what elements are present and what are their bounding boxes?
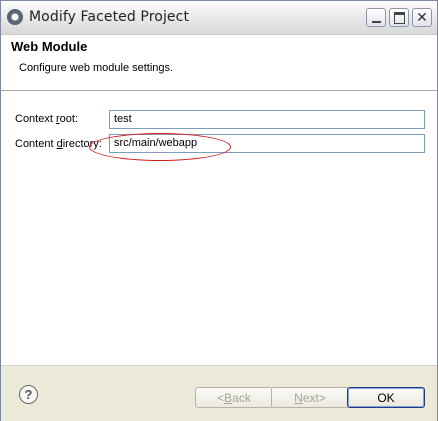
minimize-button[interactable] [366,8,386,27]
help-icon[interactable]: ? [19,385,38,404]
page-title: Web Module [11,39,88,54]
label-part: irectory: [62,138,102,150]
close-button[interactable]: ✕ [412,8,432,27]
label-part: Context [15,113,56,125]
page-header: Web Module Configure web module settings… [1,35,437,91]
next-button[interactable]: Next > [271,387,349,408]
button-bar: ? < Back Next > OK [1,365,437,421]
title-bar[interactable]: Modify Faceted Project ✕ [1,1,437,35]
window-title: Modify Faceted Project [29,9,190,25]
page-description: Configure web module settings. [19,62,174,74]
back-button[interactable]: < Back [195,387,273,408]
content-directory-label: Content directory: [15,138,102,150]
form-area: Context root: test Content directory: sr… [1,91,437,365]
content-directory-input[interactable]: src/main/webapp [109,134,425,153]
button-label-part: > [318,390,326,405]
label-part: Content [15,138,57,150]
button-label-part: < [217,390,225,405]
close-icon: ✕ [416,9,428,26]
context-root-label: Context root: [15,113,78,125]
context-root-input[interactable]: test [109,110,425,129]
maximize-icon [393,11,405,24]
button-label-part: ack [232,390,251,405]
maximize-button[interactable] [389,8,409,27]
dialog-window: Modify Faceted Project ✕ Web Module Conf… [0,0,438,421]
app-icon [7,9,23,25]
mnemonic: N [294,390,303,405]
ok-button[interactable]: OK [347,387,425,408]
minimize-icon [371,20,381,23]
mnemonic: B [224,390,233,405]
label-part: oot: [59,113,78,125]
button-label-part: ext [302,390,319,405]
